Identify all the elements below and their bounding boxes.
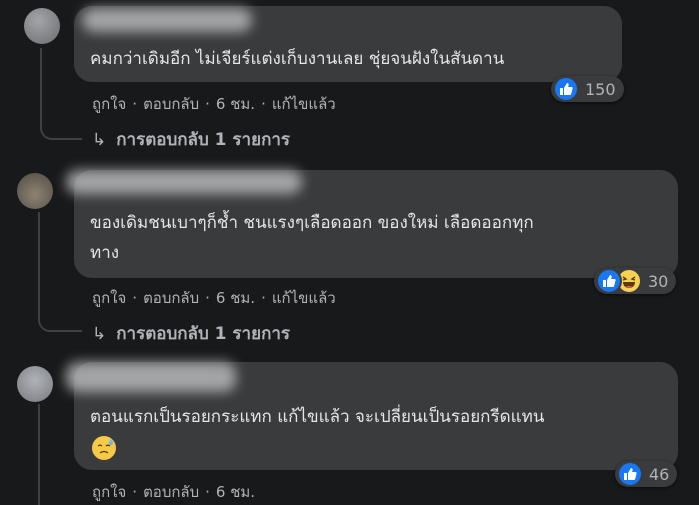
reaction-count: 150 — [585, 79, 616, 99]
reply-arrow-icon: ↳ — [92, 130, 107, 150]
comment-text: คมกว่าเดิมอีก ไม่เจียร์แต่งเก็บงานเลย ชุ… — [90, 49, 505, 69]
reply-button[interactable]: ตอบกลับ — [143, 483, 199, 501]
like-icon — [596, 268, 622, 294]
separator-dot: · — [261, 289, 266, 307]
comment-actions: ถูกใจ · ตอบกลับ · 6 ชม. · แก้ไขแล้ว — [92, 286, 336, 310]
comment-bubble: ของเดิมชนเบาๆก็ช้ำ ชนแรงๆเลือดออก ของใหม… — [66, 170, 678, 278]
separator-dot: · — [132, 483, 138, 501]
view-replies-link[interactable]: ↳ การตอบกลับ 1 รายการ — [92, 126, 290, 153]
thread-line — [38, 404, 40, 505]
like-button[interactable]: ถูกใจ — [92, 95, 126, 113]
separator-dot: · — [132, 95, 138, 113]
separator-dot: · — [132, 289, 138, 307]
timestamp-link[interactable]: 6 ชม. — [216, 483, 255, 501]
reply-button[interactable]: ตอบกลับ — [143, 289, 199, 307]
author-name-blurred[interactable] — [66, 170, 302, 194]
avatar[interactable] — [17, 173, 53, 209]
thread-line — [38, 212, 40, 302]
comment-bubble: ตอนแรกเป็นรอยกระแทก แก้ไขแล้ว จะเปลี่ยนเ… — [66, 362, 678, 470]
timestamp-link[interactable]: 6 ชม. — [216, 289, 255, 307]
separator-dot: · — [205, 483, 210, 501]
comment-emoji-line — [92, 436, 116, 460]
author-name-blurred[interactable] — [82, 8, 252, 32]
comment-actions: ถูกใจ · ตอบกลับ · 6 ชม. — [92, 480, 255, 504]
comment-text-line-2: ทาง — [90, 243, 120, 263]
reaction-summary[interactable]: 46 — [615, 461, 678, 487]
comment-text: ตอนแรกเป็นรอยกระแทก แก้ไขแล้ว จะเปลี่ยนเ… — [90, 407, 545, 427]
downcast-sweat-emoji — [92, 436, 116, 460]
timestamp-link[interactable]: 6 ชม. — [216, 95, 255, 113]
thread-connector — [40, 110, 82, 140]
like-icon — [617, 461, 643, 487]
replies-label: การตอบกลับ 1 รายการ — [116, 324, 291, 344]
reaction-count: 30 — [648, 271, 669, 291]
author-name-blurred[interactable] — [66, 362, 236, 392]
edited-link[interactable]: แก้ไขแล้ว — [272, 289, 336, 307]
reply-arrow-icon: ↳ — [92, 324, 107, 344]
avatar[interactable] — [17, 366, 53, 402]
replies-label: การตอบกลับ 1 รายการ — [116, 130, 291, 150]
like-icon — [553, 76, 579, 102]
reaction-count: 46 — [649, 464, 670, 484]
thread-connector — [38, 300, 82, 332]
like-button[interactable]: ถูกใจ — [92, 483, 126, 501]
reply-button[interactable]: ตอบกลับ — [143, 95, 199, 113]
edited-link[interactable]: แก้ไขแล้ว — [272, 95, 336, 113]
avatar[interactable] — [24, 8, 60, 44]
comment-bubble: คมกว่าเดิมอีก ไม่เจียร์แต่งเก็บงานเลย ชุ… — [74, 6, 622, 82]
reaction-summary[interactable]: 30 — [594, 268, 677, 294]
view-replies-link[interactable]: ↳ การตอบกลับ 1 รายการ — [92, 320, 290, 347]
comment-text-line-1: ของเดิมชนเบาๆก็ช้ำ ชนแรงๆเลือดออก ของใหม… — [90, 213, 534, 233]
separator-dot: · — [205, 289, 210, 307]
comment-actions: ถูกใจ · ตอบกลับ · 6 ชม. · แก้ไขแล้ว — [92, 92, 336, 116]
like-button[interactable]: ถูกใจ — [92, 289, 126, 307]
separator-dot: · — [205, 95, 210, 113]
reaction-summary[interactable]: 150 — [551, 76, 624, 102]
separator-dot: · — [261, 95, 266, 113]
